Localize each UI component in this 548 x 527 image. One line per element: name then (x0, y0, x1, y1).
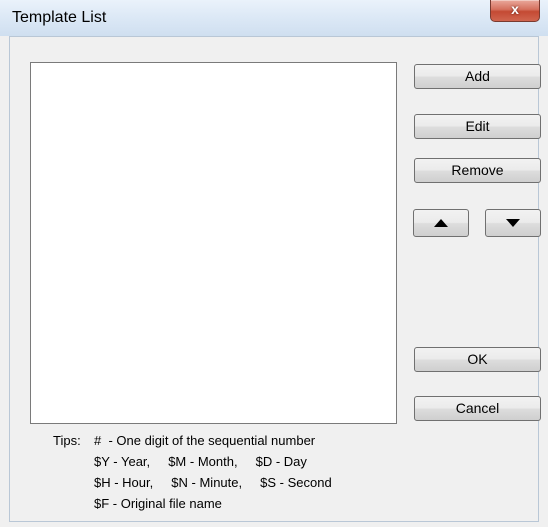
cancel-button[interactable]: Cancel (414, 396, 541, 421)
move-up-button[interactable] (413, 209, 469, 237)
edit-button[interactable]: Edit (414, 114, 541, 139)
close-icon: x (511, 1, 519, 17)
tips-label: Tips: (53, 433, 81, 448)
add-button[interactable]: Add (414, 64, 541, 89)
move-down-button[interactable] (485, 209, 541, 237)
triangle-down-icon (506, 219, 520, 228)
remove-button[interactable]: Remove (414, 158, 541, 183)
tips-line-time: $H - Hour, $N - Minute, $S - Second (94, 475, 332, 490)
ok-button[interactable]: OK (414, 347, 541, 372)
close-button[interactable]: x (490, 0, 540, 22)
tips-line-sequential: # - One digit of the sequential number (94, 433, 316, 448)
tips-line-date: $Y - Year, $M - Month, $D - Day (94, 454, 307, 469)
template-listbox[interactable] (30, 62, 397, 424)
dialog-title: Template List (12, 9, 107, 26)
tips-line-filename: $F - Original file name (94, 496, 222, 511)
template-list-dialog: Template List x Add Edit Remove OK Cance… (0, 0, 548, 527)
triangle-up-icon (434, 219, 448, 228)
title-bar[interactable]: Template List x (0, 0, 548, 36)
